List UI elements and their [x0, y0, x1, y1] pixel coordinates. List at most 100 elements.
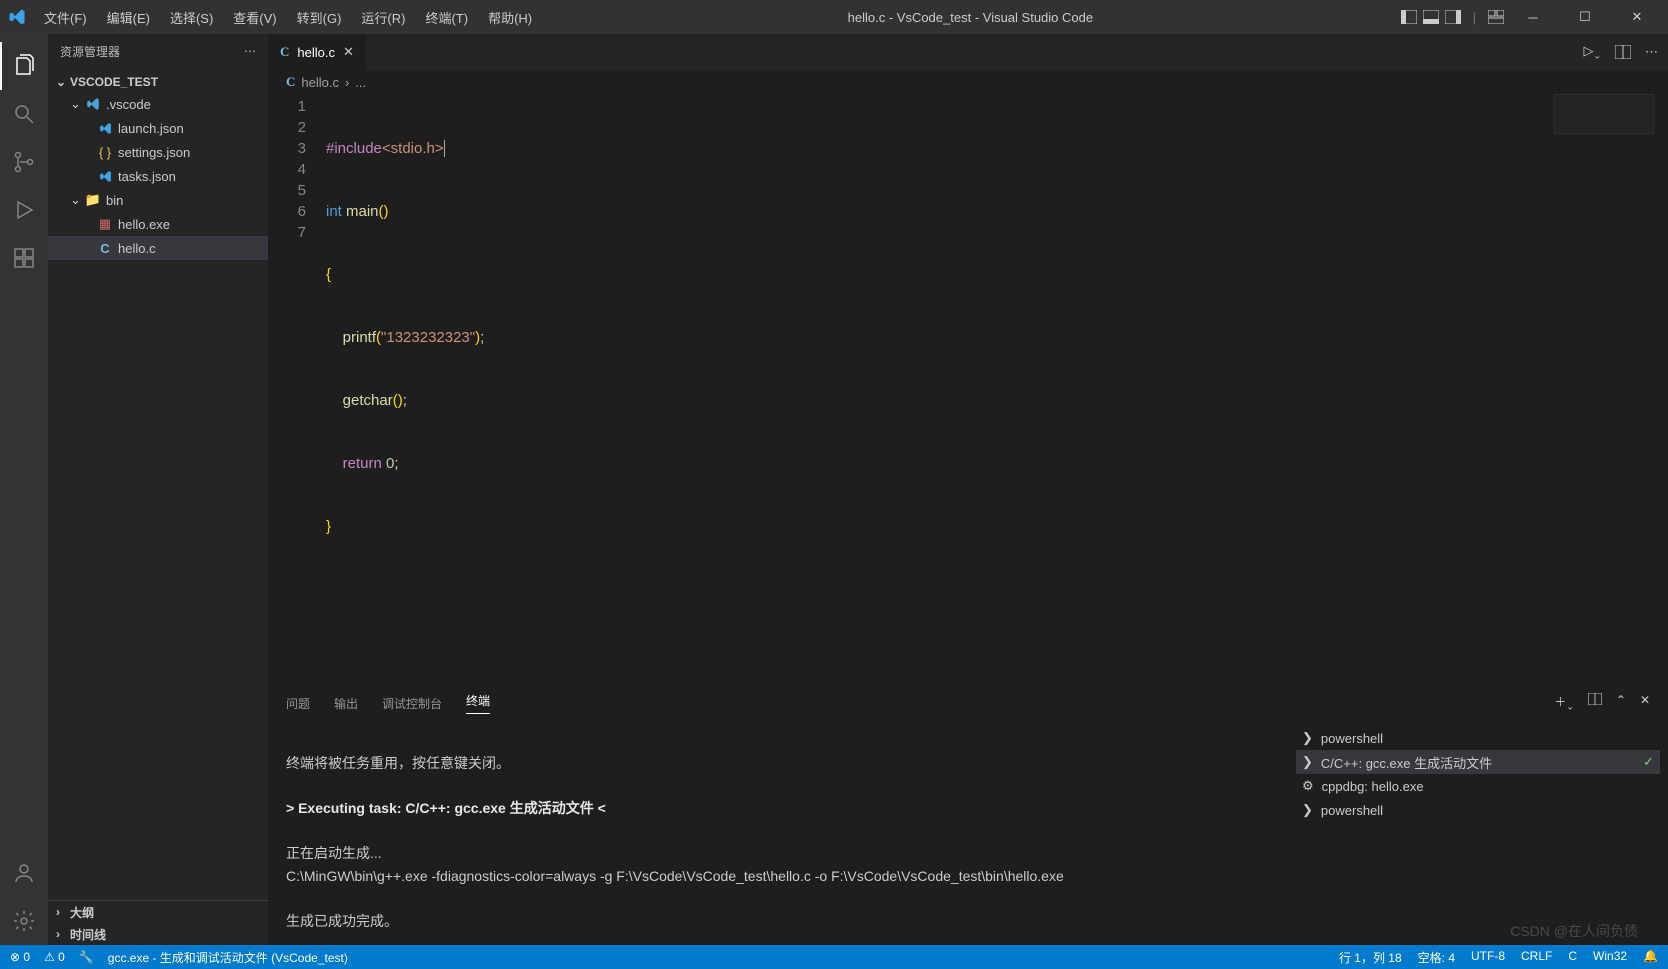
sidebar: 资源管理器 ⋯ ⌄ VSCODE_TEST ⌄ .vscode — [48, 34, 268, 945]
minimize-button[interactable]: ─ — [1510, 0, 1556, 34]
close-button[interactable]: ✕ — [1614, 0, 1660, 34]
vscode-file-icon — [96, 122, 114, 135]
close-panel-icon[interactable]: ✕ — [1640, 693, 1650, 712]
folder-bin-icon: 📁 — [84, 192, 102, 208]
sidebar-title: 资源管理器 — [60, 43, 120, 60]
tab-hello-c[interactable]: C hello.c ✕ — [268, 34, 367, 70]
status-task[interactable]: gcc.exe - 生成和调试活动文件 (VsCode_test) — [108, 949, 348, 966]
settings-gear-icon[interactable] — [0, 897, 48, 945]
maximize-panel-icon[interactable]: ⌃ — [1616, 693, 1626, 712]
status-warnings[interactable]: ⚠ 0 — [44, 950, 65, 964]
maximize-button[interactable]: ☐ — [1562, 0, 1608, 34]
extensions-icon[interactable] — [0, 234, 48, 282]
c-file-icon: C — [286, 74, 295, 90]
menu-edit[interactable]: 编辑(E) — [99, 4, 158, 31]
split-editor-icon[interactable] — [1615, 45, 1631, 59]
status-debug-icon[interactable]: 🔧 — [79, 950, 94, 964]
minimap[interactable] — [1554, 94, 1654, 134]
terminal-item-gcc[interactable]: ❯C/C++: gcc.exe 生成活动文件✓ — [1296, 750, 1660, 774]
menu-bar: 文件(F) 编辑(E) 选择(S) 查看(V) 转到(G) 运行(R) 终端(T… — [36, 4, 540, 31]
menu-go[interactable]: 转到(G) — [289, 4, 350, 31]
terminal-item-powershell2[interactable]: ❯powershell — [1296, 798, 1660, 822]
status-cursor[interactable]: 行 1，列 18 — [1339, 949, 1402, 966]
panel-tab-problems[interactable]: 问题 — [286, 695, 310, 712]
terminal-item-cppdbg[interactable]: ⚙cppdbg: hello.exe — [1296, 774, 1660, 798]
chevron-down-icon: ⌄ — [70, 192, 84, 208]
file-hello-exe[interactable]: ▦ hello.exe — [48, 212, 268, 236]
status-lang[interactable]: C — [1568, 949, 1577, 966]
close-tab-icon[interactable]: ✕ — [343, 44, 354, 60]
exe-file-icon: ▦ — [96, 216, 114, 232]
terminal-output[interactable]: 终端将被任务重用，按任意键关闭。 > Executing task: C/C++… — [268, 720, 1288, 945]
status-indent[interactable]: 空格: 4 — [1418, 949, 1455, 966]
panel-tab-output[interactable]: 输出 — [334, 695, 358, 712]
vscode-file-icon — [96, 170, 114, 183]
menu-terminal[interactable]: 终端(T) — [417, 4, 476, 31]
menu-view[interactable]: 查看(V) — [225, 4, 284, 31]
shell-icon: ❯ — [1302, 730, 1313, 746]
timeline-section[interactable]: ›时间线 — [48, 923, 268, 945]
folder-bin[interactable]: ⌄ 📁 bin — [48, 188, 268, 212]
project-root[interactable]: ⌄ VSCODE_TEST — [48, 72, 268, 92]
menu-help[interactable]: 帮助(H) — [480, 4, 540, 31]
vscode-logo-icon — [8, 8, 26, 26]
folder-vscode-icon — [84, 97, 102, 111]
file-hello-c[interactable]: C hello.c — [48, 236, 268, 260]
status-errors[interactable]: ⊗ 0 — [10, 950, 30, 964]
sidebar-header: 资源管理器 ⋯ — [48, 34, 268, 68]
editor-tabs: C hello.c ✕ ▷⌄ ⋯ — [268, 34, 1668, 70]
terminal-list: ❯powershell ❯C/C++: gcc.exe 生成活动文件✓ ⚙cpp… — [1288, 720, 1668, 945]
c-file-icon: C — [280, 44, 289, 60]
panel-tab-debug[interactable]: 调试控制台 — [382, 695, 442, 712]
titlebar: 文件(F) 编辑(E) 选择(S) 查看(V) 转到(G) 运行(R) 终端(T… — [0, 0, 1668, 34]
editor-more-icon[interactable]: ⋯ — [1645, 44, 1658, 60]
run-dropdown-icon[interactable]: ▷⌄ — [1583, 43, 1601, 62]
chevron-right-icon: › — [345, 75, 349, 90]
layout-left-icon[interactable] — [1401, 9, 1417, 25]
check-icon: ✓ — [1643, 754, 1654, 770]
panel: 问题 输出 调试控制台 终端 ＋⌄ ⌃ ✕ 终端将被任务重用，按任意键关闭。 >… — [268, 685, 1668, 945]
sidebar-more-icon[interactable]: ⋯ — [244, 44, 256, 58]
debug-icon: ⚙ — [1302, 778, 1314, 794]
breadcrumb[interactable]: C hello.c › ... — [268, 70, 1668, 94]
folder-vscode[interactable]: ⌄ .vscode — [48, 92, 268, 116]
status-bar: ⊗ 0 ⚠ 0 🔧 gcc.exe - 生成和调试活动文件 (VsCode_te… — [0, 945, 1668, 969]
chevron-down-icon: ⌄ — [56, 75, 70, 89]
menu-run[interactable]: 运行(R) — [353, 4, 413, 31]
run-debug-icon[interactable] — [0, 186, 48, 234]
chevron-right-icon: › — [56, 905, 70, 919]
line-gutter: 1234567 — [268, 94, 326, 685]
layout-right-icon[interactable] — [1445, 9, 1461, 25]
split-terminal-icon[interactable] — [1588, 693, 1602, 712]
terminal-item-powershell[interactable]: ❯powershell — [1296, 726, 1660, 750]
source-control-icon[interactable] — [0, 138, 48, 186]
explorer-icon[interactable] — [0, 42, 48, 90]
code-editor[interactable]: 1234567 #include<stdio.h> int main() { p… — [268, 94, 1668, 685]
layout-customize-icon[interactable] — [1488, 9, 1504, 25]
menu-selection[interactable]: 选择(S) — [162, 4, 221, 31]
chevron-right-icon: › — [56, 927, 70, 941]
file-launch-json[interactable]: launch.json — [48, 116, 268, 140]
file-settings-json[interactable]: { } settings.json — [48, 140, 268, 164]
search-icon[interactable] — [0, 90, 48, 138]
shell-icon: ❯ — [1302, 802, 1313, 818]
c-file-icon: C — [96, 241, 114, 256]
layout-bottom-icon[interactable] — [1423, 9, 1439, 25]
json-file-icon: { } — [96, 145, 114, 160]
shell-icon: ❯ — [1302, 754, 1313, 770]
new-terminal-icon[interactable]: ＋⌄ — [1554, 693, 1574, 712]
file-tasks-json[interactable]: tasks.json — [48, 164, 268, 188]
editor-area: C hello.c ✕ ▷⌄ ⋯ C hello.c › ... 1234567… — [268, 34, 1668, 945]
account-icon[interactable] — [0, 849, 48, 897]
chevron-down-icon: ⌄ — [70, 96, 84, 112]
status-notification-icon[interactable]: 🔔 — [1643, 949, 1658, 966]
outline-section[interactable]: ›大纲 — [48, 901, 268, 923]
panel-tab-terminal[interactable]: 终端 — [466, 692, 490, 714]
status-os[interactable]: Win32 — [1593, 949, 1627, 966]
code-content[interactable]: #include<stdio.h> int main() { printf("1… — [326, 94, 1668, 685]
menu-file[interactable]: 文件(F) — [36, 4, 95, 31]
panel-tabs: 问题 输出 调试控制台 终端 ＋⌄ ⌃ ✕ — [268, 686, 1668, 720]
status-encoding[interactable]: UTF-8 — [1471, 949, 1505, 966]
activity-bar — [0, 34, 48, 945]
status-eol[interactable]: CRLF — [1521, 949, 1552, 966]
